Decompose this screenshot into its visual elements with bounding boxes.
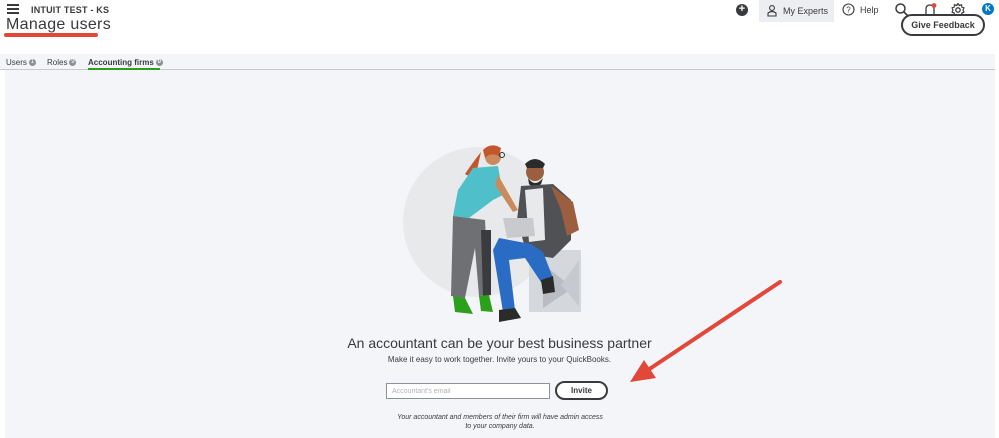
accountant-illustration <box>403 145 581 322</box>
tab-label: Users <box>6 58 27 67</box>
company-name: INTUIT TEST - KS <box>31 5 110 15</box>
tab-count-badge: 9 <box>69 59 77 66</box>
my-experts-label: My Experts <box>783 6 829 16</box>
accountant-email-input[interactable] <box>386 383 550 399</box>
annotation-arrow-icon <box>630 280 782 382</box>
svg-text:?: ? <box>846 5 851 14</box>
invite-button[interactable]: Invite <box>555 381 608 400</box>
tab-count-badge: 0 <box>155 59 163 66</box>
my-experts-button[interactable]: My Experts <box>759 0 834 22</box>
admin-access-note: Your accountant and members of their fir… <box>397 414 603 430</box>
empty-state-headline: An accountant can be your best business … <box>347 335 652 351</box>
tab-label: Accounting firms <box>88 58 154 67</box>
empty-state-subline: Make it easy to work together. Invite yo… <box>387 355 612 364</box>
tab-roles[interactable]: Roles 9 <box>47 58 77 67</box>
expert-person-icon <box>767 5 777 17</box>
tab-label: Roles <box>47 58 68 67</box>
page-title: Manage users <box>6 16 111 33</box>
menu-icon[interactable] <box>7 4 19 14</box>
help-icon: ? <box>842 3 855 16</box>
avatar[interactable]: K <box>982 3 994 15</box>
help-button[interactable]: ? Help <box>842 3 879 16</box>
tab-count-badge: 1 <box>28 59 36 66</box>
tab-accounting-firms[interactable]: Accounting firms 0 <box>88 58 163 67</box>
tab-users[interactable]: Users 1 <box>6 58 36 67</box>
title-annotation-underline <box>4 33 98 37</box>
help-label: Help <box>860 4 879 15</box>
plus-icon[interactable]: + <box>736 4 748 16</box>
give-feedback-button[interactable]: Give Feedback <box>901 14 985 36</box>
top-bar: INTUIT TEST - KS + My Experts ? Help K <box>0 0 999 22</box>
